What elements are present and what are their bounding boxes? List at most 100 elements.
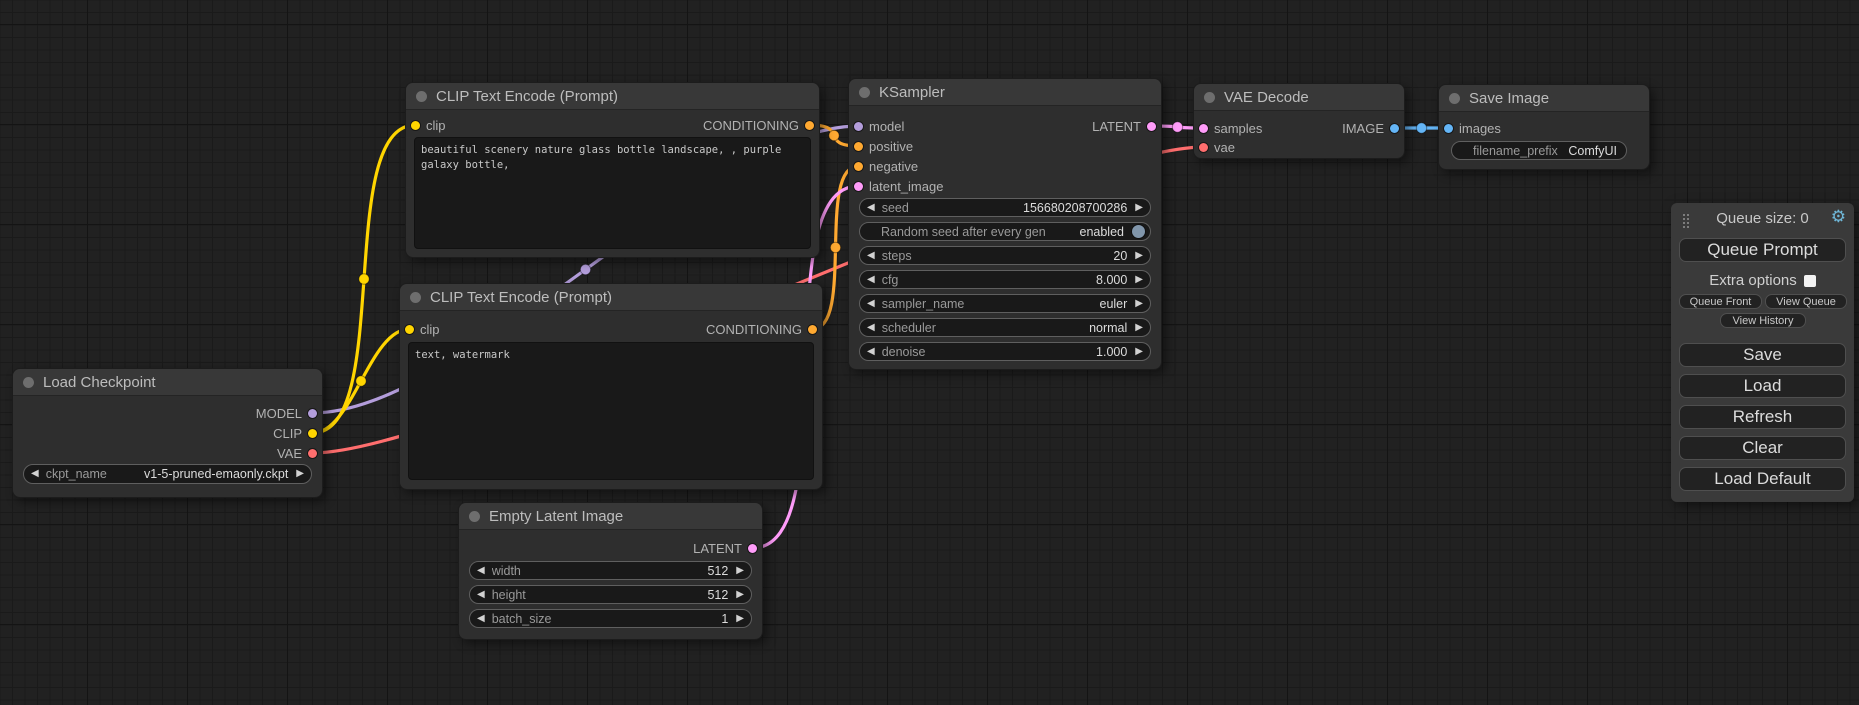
- prompt-textarea[interactable]: text, watermark: [408, 342, 814, 480]
- prev-arrow-icon[interactable]: ◀: [867, 299, 875, 309]
- input-latent-image[interactable]: latent_image: [854, 179, 943, 193]
- load-default-button[interactable]: Load Default: [1679, 467, 1846, 491]
- refresh-button[interactable]: Refresh: [1679, 405, 1846, 429]
- batch-size-widget[interactable]: ◀ batch_size 1 ▶: [469, 609, 752, 628]
- latent-input-dot[interactable]: [854, 182, 863, 191]
- seed-widget[interactable]: ◀ seed 156680208700286 ▶: [859, 198, 1151, 217]
- next-arrow-icon[interactable]: ▶: [736, 614, 744, 624]
- node-title-bar[interactable]: CLIP Text Encode (Prompt): [406, 83, 819, 110]
- collapse-dot-icon[interactable]: [859, 87, 870, 98]
- prev-arrow-icon[interactable]: ◀: [867, 323, 875, 333]
- output-conditioning[interactable]: CONDITIONING: [706, 322, 817, 336]
- clip-output-dot[interactable]: [308, 429, 317, 438]
- output-conditioning[interactable]: CONDITIONING: [703, 118, 814, 132]
- view-queue-button[interactable]: View Queue: [1765, 294, 1847, 309]
- prev-arrow-icon[interactable]: ◀: [477, 566, 485, 576]
- prev-arrow-icon[interactable]: ◀: [867, 251, 875, 261]
- sampler-name-widget[interactable]: ◀ sampler_name euler ▶: [859, 294, 1151, 313]
- node-title-bar[interactable]: KSampler: [849, 79, 1161, 106]
- denoise-widget[interactable]: ◀ denoise 1.000 ▶: [859, 342, 1151, 361]
- scheduler-widget[interactable]: ◀ scheduler normal ▶: [859, 318, 1151, 337]
- height-widget[interactable]: ◀ height 512 ▶: [469, 585, 752, 604]
- next-arrow-icon[interactable]: ▶: [1135, 323, 1143, 333]
- conditioning-output-dot[interactable]: [805, 121, 814, 130]
- collapse-dot-icon[interactable]: [1204, 92, 1215, 103]
- next-arrow-icon[interactable]: ▶: [296, 469, 304, 479]
- input-negative[interactable]: negative: [854, 159, 918, 173]
- input-model[interactable]: model: [854, 119, 904, 133]
- prev-arrow-icon[interactable]: ◀: [867, 203, 875, 213]
- clear-button[interactable]: Clear: [1679, 436, 1846, 460]
- node-title-bar[interactable]: Load Checkpoint: [13, 369, 322, 396]
- clip-input-dot[interactable]: [411, 121, 420, 130]
- output-vae[interactable]: VAE: [277, 446, 317, 460]
- output-model[interactable]: MODEL: [256, 406, 317, 420]
- image-input-dot[interactable]: [1444, 124, 1453, 133]
- next-arrow-icon[interactable]: ▶: [1135, 347, 1143, 357]
- conditioning-input-dot[interactable]: [854, 142, 863, 151]
- collapse-dot-icon[interactable]: [410, 292, 421, 303]
- node-load-checkpoint[interactable]: Load Checkpoint MODEL CLIP VAE ◀ ckpt_na…: [12, 368, 323, 498]
- node-title-bar[interactable]: Empty Latent Image: [459, 503, 762, 530]
- input-positive[interactable]: positive: [854, 139, 913, 153]
- prev-arrow-icon[interactable]: ◀: [867, 275, 875, 285]
- vae-output-dot[interactable]: [308, 449, 317, 458]
- input-clip[interactable]: clip: [411, 118, 446, 132]
- gear-icon[interactable]: ⚙: [1831, 207, 1846, 227]
- random-seed-widget[interactable]: Random seed after every gen enabled: [859, 222, 1151, 241]
- input-images[interactable]: images: [1444, 121, 1501, 135]
- next-arrow-icon[interactable]: ▶: [736, 566, 744, 576]
- next-arrow-icon[interactable]: ▶: [1135, 275, 1143, 285]
- prev-arrow-icon[interactable]: ◀: [867, 347, 875, 357]
- image-output-dot[interactable]: [1390, 124, 1399, 133]
- ckpt-name-widget[interactable]: ◀ ckpt_name v1-5-pruned-emaonly.ckpt ▶: [23, 464, 312, 484]
- output-latent[interactable]: LATENT: [1092, 119, 1156, 133]
- clip-input-dot[interactable]: [405, 325, 414, 334]
- output-image[interactable]: IMAGE: [1342, 121, 1399, 135]
- node-clip-text-encode-negative[interactable]: CLIP Text Encode (Prompt) clip CONDITION…: [399, 283, 823, 490]
- next-arrow-icon[interactable]: ▶: [1135, 299, 1143, 309]
- output-clip[interactable]: CLIP: [273, 426, 317, 440]
- node-empty-latent-image[interactable]: Empty Latent Image LATENT ◀ width 512 ▶ …: [458, 502, 763, 640]
- next-arrow-icon[interactable]: ▶: [1135, 203, 1143, 213]
- steps-widget[interactable]: ◀ steps 20 ▶: [859, 246, 1151, 265]
- model-input-dot[interactable]: [854, 122, 863, 131]
- filename-prefix-widget[interactable]: filename_prefix ComfyUI: [1451, 141, 1627, 160]
- save-button[interactable]: Save: [1679, 343, 1846, 367]
- prev-arrow-icon[interactable]: ◀: [31, 469, 39, 479]
- extra-options-checkbox[interactable]: [1804, 275, 1816, 287]
- node-save-image[interactable]: Save Image images filename_prefix ComfyU…: [1438, 84, 1650, 170]
- node-ksampler[interactable]: KSampler model positive negative latent_…: [848, 78, 1162, 370]
- vae-input-dot[interactable]: [1199, 143, 1208, 152]
- input-samples[interactable]: samples: [1199, 121, 1262, 135]
- node-title-bar[interactable]: Save Image: [1439, 85, 1649, 112]
- collapse-dot-icon[interactable]: [416, 91, 427, 102]
- prev-arrow-icon[interactable]: ◀: [477, 590, 485, 600]
- queue-prompt-button[interactable]: Queue Prompt: [1679, 238, 1846, 262]
- queue-front-button[interactable]: Queue Front: [1679, 294, 1762, 309]
- node-title-bar[interactable]: CLIP Text Encode (Prompt): [400, 284, 822, 311]
- node-vae-decode[interactable]: VAE Decode samples vae IMAGE: [1193, 83, 1405, 159]
- input-vae[interactable]: vae: [1199, 140, 1235, 154]
- collapse-dot-icon[interactable]: [1449, 93, 1460, 104]
- latent-input-dot[interactable]: [1199, 124, 1208, 133]
- toggle-icon[interactable]: [1132, 225, 1145, 238]
- collapse-dot-icon[interactable]: [469, 511, 480, 522]
- node-clip-text-encode-positive[interactable]: CLIP Text Encode (Prompt) clip CONDITION…: [405, 82, 820, 258]
- cfg-widget[interactable]: ◀ cfg 8.000 ▶: [859, 270, 1151, 289]
- conditioning-input-dot[interactable]: [854, 162, 863, 171]
- view-history-button[interactable]: View History: [1720, 313, 1806, 328]
- conditioning-output-dot[interactable]: [808, 325, 817, 334]
- input-clip[interactable]: clip: [405, 322, 440, 336]
- model-output-dot[interactable]: [308, 409, 317, 418]
- latent-output-dot[interactable]: [748, 544, 757, 553]
- prev-arrow-icon[interactable]: ◀: [477, 614, 485, 624]
- width-widget[interactable]: ◀ width 512 ▶: [469, 561, 752, 580]
- latent-output-dot[interactable]: [1147, 122, 1156, 131]
- collapse-dot-icon[interactable]: [23, 377, 34, 388]
- load-button[interactable]: Load: [1679, 374, 1846, 398]
- output-latent[interactable]: LATENT: [693, 541, 757, 555]
- comfyui-canvas[interactable]: Load Checkpoint MODEL CLIP VAE ◀ ckpt_na…: [0, 0, 1859, 705]
- next-arrow-icon[interactable]: ▶: [736, 590, 744, 600]
- next-arrow-icon[interactable]: ▶: [1135, 251, 1143, 261]
